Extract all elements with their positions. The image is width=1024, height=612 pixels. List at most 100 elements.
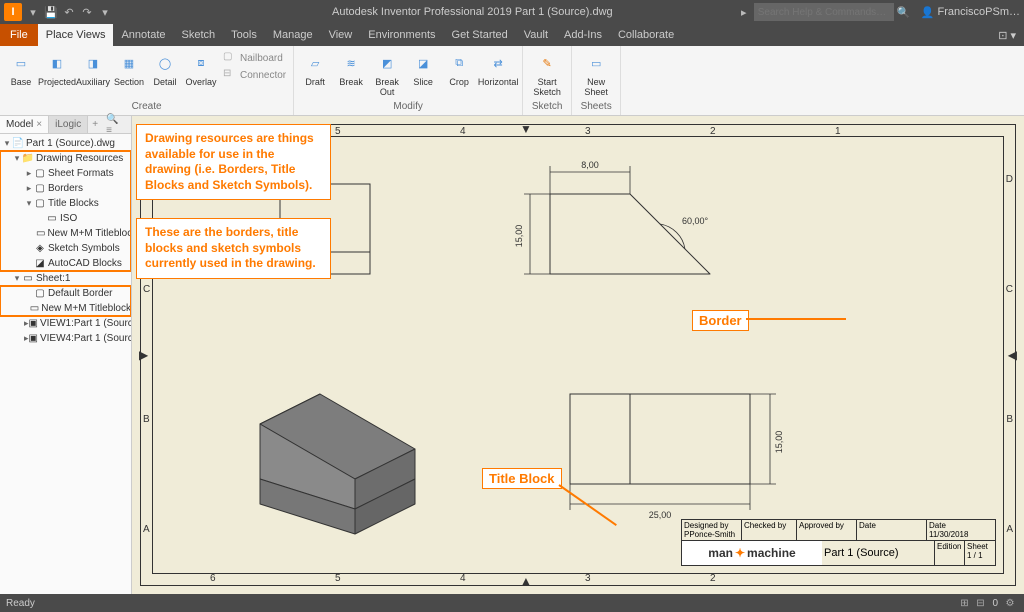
tab-vault[interactable]: Vault xyxy=(516,24,556,46)
callout-border-line xyxy=(746,318,846,320)
tab-add-ins[interactable]: Add-Ins xyxy=(556,24,610,46)
callout-border-label: Border xyxy=(692,310,749,331)
dwg-icon: 📄 xyxy=(12,138,24,150)
symbols-icon: ◈ xyxy=(34,243,46,255)
zone-bot: 2 xyxy=(710,573,716,584)
browser-tab-model[interactable]: Model × xyxy=(0,116,49,133)
status-ready: Ready xyxy=(6,598,35,609)
ribbon-tabs: File Place Views Annotate Sketch Tools M… xyxy=(0,24,1024,46)
tb-part: Part 1 (Source) xyxy=(822,541,935,565)
tab-tools[interactable]: Tools xyxy=(223,24,265,46)
tab-view[interactable]: View xyxy=(321,24,361,46)
tree-new-tb-used[interactable]: ▭New M+M Titleblock xyxy=(0,301,131,316)
tree-view4[interactable]: ▸▣VIEW4:Part 1 (Source).ipt xyxy=(0,331,131,346)
start-sketch-button[interactable]: ✎Start Sketch xyxy=(527,48,567,100)
tree-title-blocks[interactable]: ▾▢Title Blocks xyxy=(0,196,131,211)
user-menu[interactable]: 👤 FranciscoPSm… xyxy=(921,6,1020,19)
undo-icon[interactable]: ↶ xyxy=(62,5,76,19)
zone-side: C xyxy=(1006,284,1013,295)
svg-text:8,00: 8,00 xyxy=(581,160,599,170)
crop-button[interactable]: ⧉Crop xyxy=(442,48,476,90)
view1-icon: ▣ xyxy=(29,318,38,330)
search-input[interactable] xyxy=(754,3,894,21)
tb-approved-lbl: Approved by xyxy=(797,520,857,540)
drawing-canvas[interactable]: 6 5 4 3 2 1 6 5 4 3 2 D C B A D C B A ▼ … xyxy=(132,116,1024,594)
group-label-create: Create xyxy=(4,101,289,115)
open-icon[interactable]: ▾ xyxy=(26,5,40,19)
ribbon-help-icon[interactable]: ⊡ ▾ xyxy=(990,24,1024,46)
tree-sketch-symbols[interactable]: ◈Sketch Symbols xyxy=(0,241,131,256)
qat-more-icon[interactable]: ▾ xyxy=(98,5,112,19)
border-icon: ▢ xyxy=(34,183,46,195)
tab-collaborate[interactable]: Collaborate xyxy=(610,24,682,46)
save-icon[interactable]: 💾 xyxy=(44,5,58,19)
tree-new-titleblock[interactable]: ▭New M+M Titleblock xyxy=(0,226,131,241)
sketch-icon: ✎ xyxy=(534,50,560,76)
break-icon: ≋ xyxy=(338,50,364,76)
tree-default-border[interactable]: ▢Default Border xyxy=(0,286,131,301)
tab-manage[interactable]: Manage xyxy=(265,24,321,46)
tree-iso[interactable]: ▭ISO xyxy=(0,211,131,226)
tree-root[interactable]: ▾📄Part 1 (Source).dwg xyxy=(0,136,131,151)
horizontal-button[interactable]: ⇄Horizontal xyxy=(478,48,518,90)
tree-borders[interactable]: ▸▢Borders xyxy=(0,181,131,196)
model-tree: ▾📄Part 1 (Source).dwg ▾📁Drawing Resource… xyxy=(0,134,131,348)
section-icon: ▦ xyxy=(116,50,142,76)
sb-icon[interactable]: ⚙ xyxy=(1002,598,1018,609)
tree-drawing-resources[interactable]: ▾📁Drawing Resources xyxy=(0,151,131,166)
tab-place-views[interactable]: Place Views xyxy=(38,24,114,46)
svg-text:15,00: 15,00 xyxy=(774,431,784,454)
svg-text:25,00: 25,00 xyxy=(649,510,672,520)
nailboard-button[interactable]: ▢Nailboard xyxy=(220,50,289,66)
tree-view1[interactable]: ▸▣VIEW1:Part 1 (Source).ipt xyxy=(0,316,131,331)
slice-button[interactable]: ◪Slice xyxy=(406,48,440,90)
user-name: FranciscoPSm… xyxy=(937,6,1020,18)
redo-icon[interactable]: ↷ xyxy=(80,5,94,19)
connector-button[interactable]: ⊟Connector xyxy=(220,67,289,83)
new-sheet-button[interactable]: ▭New Sheet xyxy=(576,48,616,100)
tb-date-lbl: Date xyxy=(929,521,993,530)
sb-icon[interactable]: ⊟ xyxy=(972,598,988,609)
zone-bot: 5 xyxy=(335,573,341,584)
group-label-sheets: Sheets xyxy=(576,101,616,115)
tree-autocad-blocks[interactable]: ◪AutoCAD Blocks xyxy=(0,256,131,271)
auxiliary-button[interactable]: ◨Auxiliary xyxy=(76,48,110,90)
crop-icon: ⧉ xyxy=(446,50,472,76)
projected-icon: ◧ xyxy=(44,50,70,76)
sb-icon[interactable]: ⊞ xyxy=(956,598,972,609)
draft-button[interactable]: ▱Draft xyxy=(298,48,332,90)
section-button[interactable]: ▦Section xyxy=(112,48,146,90)
tab-environments[interactable]: Environments xyxy=(360,24,443,46)
search-arrow-icon[interactable]: ▸ xyxy=(737,5,751,19)
break-button[interactable]: ≋Break xyxy=(334,48,368,90)
zone-top: 4 xyxy=(460,126,466,137)
browser-tab-ilogic[interactable]: iLogic xyxy=(49,116,88,133)
sheet-icon: ▢ xyxy=(34,168,46,180)
projected-button[interactable]: ◧Projected xyxy=(40,48,74,90)
tree-sheet1[interactable]: ▾▭Sheet:1 xyxy=(0,271,131,286)
file-tab[interactable]: File xyxy=(0,24,38,46)
tab-sketch[interactable]: Sketch xyxy=(174,24,224,46)
zone-top: 5 xyxy=(335,126,341,137)
base-icon: ▭ xyxy=(8,50,34,76)
app-title: Autodesk Inventor Professional 2019 Part… xyxy=(332,6,613,18)
breakout-button[interactable]: ◩Break Out xyxy=(370,48,404,100)
view-side: 8,00 15,00 60,00° xyxy=(510,144,840,314)
user-icon: 👤 xyxy=(921,6,935,19)
view-top: 25,00 15,00 xyxy=(550,364,830,524)
tree-sheet-formats[interactable]: ▸▢Sheet Formats xyxy=(0,166,131,181)
browser-tab-add[interactable]: + xyxy=(88,116,102,133)
tab-annotate[interactable]: Annotate xyxy=(113,24,173,46)
zone-bot: 6 xyxy=(210,573,216,584)
ribbon-group-sketch: ✎Start Sketch Sketch xyxy=(523,46,572,115)
overlay-button[interactable]: ⧈Overlay xyxy=(184,48,218,90)
search-icon[interactable]: 🔍 xyxy=(897,5,911,19)
tb2-icon: ▭ xyxy=(30,303,39,315)
detail-button[interactable]: ◯Detail xyxy=(148,48,182,90)
zone-side: C xyxy=(143,284,150,295)
tab-get-started[interactable]: Get Started xyxy=(444,24,516,46)
status-bar: Ready ⊞ ⊟ 0 ⚙ xyxy=(0,594,1024,612)
base-button[interactable]: ▭Base xyxy=(4,48,38,90)
ribbon-group-modify: ▱Draft ≋Break ◩Break Out ◪Slice ⧉Crop ⇄H… xyxy=(294,46,523,115)
browser-options[interactable]: 🔍 ≡ xyxy=(102,116,131,133)
